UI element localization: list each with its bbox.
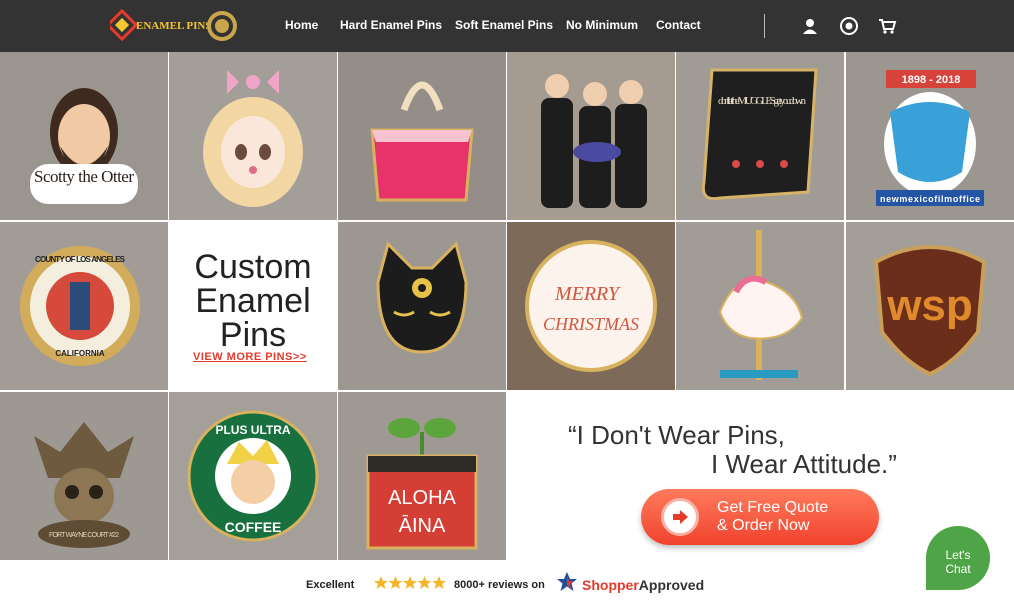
pin-tile-aloha-aina[interactable]: ALOHA ĀINA bbox=[338, 392, 506, 560]
nav-soft-enamel-pins[interactable]: Soft Enamel Pins bbox=[455, 18, 553, 32]
arrow-right-icon bbox=[661, 498, 699, 536]
nav-home[interactable]: Home bbox=[285, 18, 318, 32]
quote-line-1: “I Don't Wear Pins, bbox=[568, 420, 785, 450]
chat-line-1: Let's bbox=[945, 548, 971, 562]
nav-no-minimum[interactable]: No Minimum bbox=[566, 18, 638, 32]
star-icon bbox=[403, 576, 417, 589]
pin-tile-black-cat[interactable] bbox=[338, 222, 506, 390]
pin-label-christmas: CHRISTMAS bbox=[543, 314, 639, 334]
pin-tile-wsp[interactable]: wsp bbox=[846, 222, 1014, 390]
pin-label-county: COUNTY OF LOS ANGELES bbox=[35, 255, 126, 264]
hero-title-line3: Pins bbox=[219, 316, 287, 354]
star-icon bbox=[374, 576, 388, 589]
nav-divider bbox=[764, 14, 765, 38]
gift-icon[interactable] bbox=[839, 16, 859, 36]
pin-tile-new-mexico[interactable]: 1898 - 2018 newmexicofilmoffice bbox=[846, 52, 1014, 220]
lets-chat-button[interactable]: Let's Chat bbox=[926, 526, 990, 590]
pin-gallery: Scotty the Otter don't let the MUGGLES g… bbox=[0, 52, 1014, 562]
cta-line-2: & Order Now bbox=[717, 517, 810, 534]
site-logo[interactable]: ENAMEL PINS bbox=[105, 8, 245, 43]
pin-label-aina: ĀINA bbox=[399, 514, 446, 537]
brand-suffix: Approved bbox=[638, 577, 705, 593]
pin-label-nm-year: 1898 - 2018 bbox=[902, 74, 961, 86]
pin-label-plus-ultra: PLUS ULTRA bbox=[215, 423, 290, 437]
pin-label-scotty-otter: Scotty the Otter bbox=[34, 167, 134, 186]
pin-tile-team[interactable] bbox=[507, 52, 675, 220]
pin-tile-scotty-otter[interactable]: Scotty the Otter bbox=[0, 52, 168, 220]
reviews-bar: Excellent 8000+ reviews on ShopperApprov… bbox=[0, 562, 1014, 602]
pin-tile-jester-skull[interactable]: FORT WAYNE COURT #22 bbox=[0, 392, 168, 560]
pin-label-aloha: ALOHA bbox=[388, 487, 456, 509]
hero-title-line1: Custom bbox=[194, 248, 312, 286]
chat-line-2: Chat bbox=[945, 562, 971, 576]
pin-tile-carousel-horse[interactable] bbox=[676, 222, 844, 390]
view-more-pins-link[interactable]: VIEW MORE PINS>> bbox=[193, 351, 307, 363]
pin-label-nm-office: newmexicofilmoffice bbox=[880, 194, 980, 204]
pin-label-california: CALIFORNIA bbox=[55, 349, 105, 358]
pin-tile-pink-handbag[interactable] bbox=[338, 52, 506, 220]
quote-line-2: I Wear Attitude.” bbox=[711, 449, 897, 479]
hero-title: Custom Enamel Pins bbox=[169, 250, 337, 352]
pin-tile-anime-girl[interactable] bbox=[169, 52, 337, 220]
cart-icon[interactable] bbox=[877, 16, 897, 36]
pin-tile-plus-ultra[interactable]: PLUS ULTRA COFFEE bbox=[169, 392, 337, 560]
hero-title-tile: Custom Enamel Pins VIEW MORE PINS>> bbox=[169, 222, 337, 390]
pin-label-coffee: COFFEE bbox=[225, 519, 282, 535]
pin-tile-merry-christmas[interactable]: MERRY CHRISTMAS bbox=[507, 222, 675, 390]
pin-tile-muggles[interactable]: don't let the MUGGLES get you down bbox=[676, 52, 844, 220]
user-icon[interactable] bbox=[800, 16, 820, 36]
get-free-quote-button[interactable]: Get Free Quote & Order Now bbox=[641, 489, 879, 545]
star-rating bbox=[374, 575, 446, 593]
nav-contact[interactable]: Contact bbox=[656, 18, 701, 32]
pin-label-merry: MERRY bbox=[554, 283, 621, 305]
hero-title-line2: Enamel bbox=[195, 282, 311, 320]
pin-label-muggles: don't let the MUGGLES get you down bbox=[718, 95, 807, 107]
brand-prefix: Shopper bbox=[582, 577, 639, 593]
shopper-approved-brand[interactable]: ShopperApproved bbox=[582, 577, 704, 593]
review-count: 8000+ reviews on bbox=[454, 579, 545, 591]
top-nav: ENAMEL PINS Home Hard Enamel Pins Soft E… bbox=[0, 0, 1014, 52]
star-icon bbox=[388, 576, 403, 589]
nav-hard-enamel-pins[interactable]: Hard Enamel Pins bbox=[340, 18, 442, 32]
logo-wordmark: ENAMEL PINS bbox=[136, 20, 212, 32]
pin-tile-county-la[interactable]: COUNTY OF LOS ANGELES CALIFORNIA bbox=[0, 222, 168, 390]
pin-label-wsp: wsp bbox=[886, 281, 973, 330]
star-icon bbox=[432, 576, 446, 589]
star-icon bbox=[417, 576, 432, 589]
shopper-approved-star-icon bbox=[556, 571, 578, 593]
pin-label-fort-wayne: FORT WAYNE COURT #22 bbox=[49, 532, 119, 539]
cta-line-1: Get Free Quote bbox=[717, 499, 829, 516]
rating-word: Excellent bbox=[306, 579, 355, 591]
